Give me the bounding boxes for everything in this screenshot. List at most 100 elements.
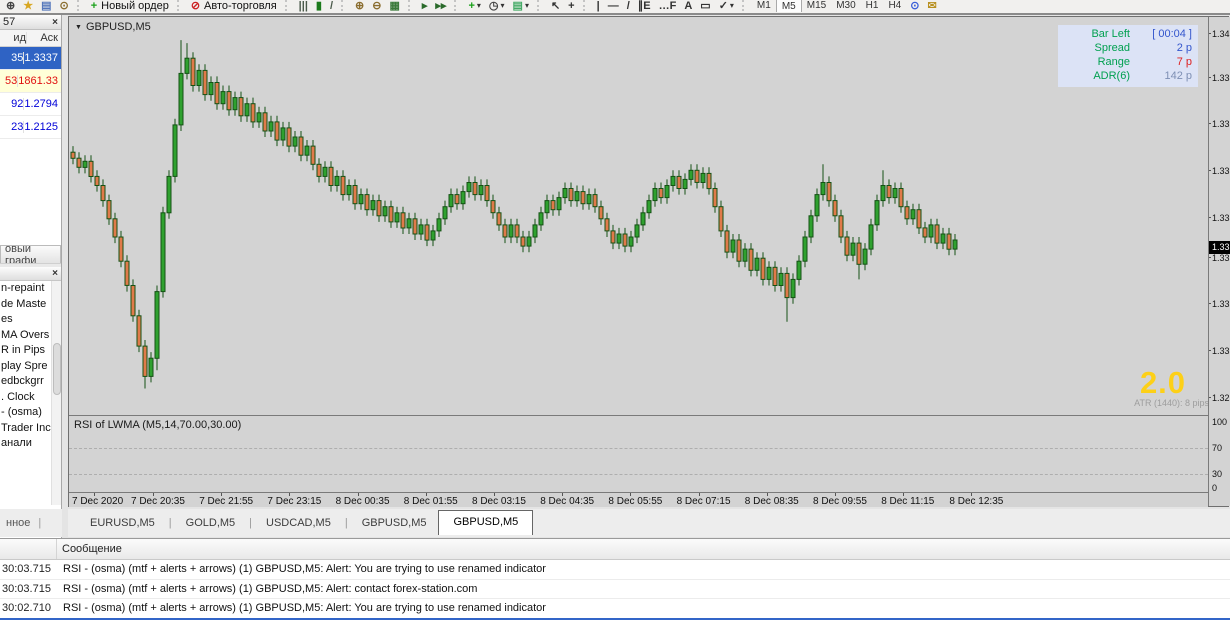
chart-symbol-label[interactable]: ▼ GBPUSD,M5 xyxy=(75,21,151,33)
log-row[interactable]: 30:03.715 RSI - (osma) (mtf + alerts + ar… xyxy=(0,580,1230,599)
timeframe-button-m15[interactable]: M15 xyxy=(802,0,831,12)
log-message: RSI - (osma) (mtf + alerts + arrows) (1)… xyxy=(63,563,546,576)
current-price-tag: 1.33 xyxy=(1209,241,1230,254)
periods-icon[interactable]: ◷ ▾ xyxy=(485,0,509,12)
autoscroll-icon[interactable]: ▸ xyxy=(418,0,432,12)
new-order-button-glyph: + xyxy=(90,0,98,12)
crosshair-icon[interactable]: ⊕ xyxy=(2,0,19,12)
chart-tab-gbpusd-m5[interactable]: GBPUSD,M5 xyxy=(438,509,534,535)
rsi-indicator-label: RSI of LWMA (M5,14,70.00,30.00) xyxy=(74,419,242,431)
candlestick-icon[interactable]: ▮ xyxy=(312,0,326,12)
line-chart-icon[interactable]: / xyxy=(326,0,337,12)
terminal-panel: Сообщение 30:03.715 RSI - (osma) (mtf + a… xyxy=(0,538,1230,620)
bar-chart-icon[interactable]: ||| xyxy=(295,0,312,12)
market-watch-rows: 35 1.3337 53 1861.33 92 1.2794 23 1.2125 xyxy=(0,47,61,139)
price-axis-label: 1.33 xyxy=(1209,73,1230,83)
templates-icon[interactable]: ▤ ▾ xyxy=(509,0,533,12)
close-icon[interactable]: × xyxy=(52,268,58,279)
new-order-button[interactable]: + Новый ордер xyxy=(87,0,173,12)
navigator-header: × xyxy=(0,267,61,281)
crosshair-tool-icon[interactable]: + xyxy=(564,0,578,12)
price-axis-label: 1.33 xyxy=(1209,119,1230,129)
chart-tab-gold-m5[interactable]: GOLD,M5 xyxy=(174,513,248,533)
favorites-tab-label: нное xyxy=(6,517,31,529)
favorites-star-icon[interactable]: ★ xyxy=(19,0,37,12)
tile-windows-icon[interactable]: ▦ xyxy=(385,0,403,12)
zoom-out-icon-glyph: ⊖ xyxy=(372,0,382,12)
label-icon[interactable]: ▭ xyxy=(696,0,714,12)
symbol-period-text: GBPUSD,M5 xyxy=(85,21,151,33)
rsi-scale-label: 70 xyxy=(1212,443,1223,453)
timeframe-button-m30[interactable]: M30 xyxy=(831,0,860,12)
channel-icon[interactable]: ∥E xyxy=(634,0,655,12)
info-panel: Bar Left[ 00:04 ] Spread 2 p Range 7 p ADR(6)… xyxy=(1058,25,1198,87)
zoom-in-icon-glyph: ⊕ xyxy=(355,0,365,12)
cursor-icon[interactable]: ↖ xyxy=(547,0,564,12)
bid-column-header[interactable]: ид xyxy=(0,32,26,44)
candlestick-chart[interactable] xyxy=(69,17,1208,414)
fibonacci-icon[interactable]: …F xyxy=(655,0,681,12)
chart-tabs-bar: EURUSD,M5 | GOLD,M5 | USDCAD,M5 | GBPUSD,M5 GBP… xyxy=(68,509,1230,537)
rsi-subwindow[interactable]: RSI of LWMA (M5,14,70.00,30.00) xyxy=(69,416,1208,492)
zoom-in-icon[interactable]: ⊕ xyxy=(351,0,368,12)
toolbar-button-label: Авто-торговля xyxy=(204,0,277,12)
vertical-line-icon[interactable]: | xyxy=(593,0,604,12)
fibonacci-icon-glyph: …F xyxy=(658,0,677,12)
timeframe-button-h1[interactable]: H1 xyxy=(861,0,884,12)
message-column-header[interactable]: Сообщение xyxy=(57,543,122,555)
chart-shift-icon[interactable]: ▸▸ xyxy=(431,0,450,12)
close-icon[interactable]: × xyxy=(52,17,58,28)
tab-separator: | xyxy=(168,517,172,529)
save-icon[interactable]: ▤ xyxy=(37,0,55,12)
scrollbar-thumb[interactable] xyxy=(53,343,61,395)
autotrade-button[interactable]: ⊘ Авто-торговля xyxy=(187,0,281,12)
text-icon[interactable]: A xyxy=(680,0,696,12)
atr-label: ATR (1440): 8 pips xyxy=(1134,398,1209,408)
time-axis[interactable]: 7 Dec 2020 7 Dec 20:35 7 Dec 21:55 7 Dec 23… xyxy=(69,492,1208,507)
time-axis-label: 7 Dec 21:55 xyxy=(199,496,254,507)
alerts-bubble-icon[interactable]: ✉ xyxy=(923,0,940,12)
time-axis-tick xyxy=(835,493,836,496)
log-row[interactable]: 30:03.715 RSI - (osma) (mtf + alerts + ar… xyxy=(0,560,1230,580)
market-watch-row[interactable]: 23 1.2125 xyxy=(0,116,61,139)
info-panel-row: Spread 2 p xyxy=(1062,41,1192,55)
tab-separator: | xyxy=(249,517,253,529)
zoom-out-icon[interactable]: ⊖ xyxy=(368,0,385,12)
timeframe-button-m5[interactable]: M5 xyxy=(775,0,802,12)
log-message: RSI - (osma) (mtf + alerts + arrows) (1)… xyxy=(63,602,546,615)
scrollbar[interactable] xyxy=(51,281,61,505)
search-icon[interactable]: ⊙ xyxy=(56,0,73,12)
horizontal-line-icon[interactable]: — xyxy=(604,0,623,12)
market-watch-row[interactable]: 92 1.2794 xyxy=(0,93,61,116)
price-axis[interactable]: 1.34 1.33 1.33 1.33 1.33 1.33 1.33 1.33 1.32 1.33… xyxy=(1208,17,1230,506)
tick-chart-tab[interactable]: овый графи xyxy=(0,245,61,263)
info-panel-row: Bar Left [ 00:04 ] xyxy=(1062,27,1192,41)
market-watch-row[interactable]: 35 1.3337 xyxy=(0,47,61,70)
time-axis-tick xyxy=(94,493,95,496)
time-column-header[interactable] xyxy=(0,539,57,559)
indicators-icon[interactable]: + ▾ xyxy=(464,0,484,12)
log-row[interactable]: 30:02.710 RSI - (osma) (mtf + alerts + ar… xyxy=(0,599,1230,619)
symbol-search-icon[interactable]: ⊙ xyxy=(906,0,923,12)
time-axis-tick xyxy=(562,493,564,496)
toolbar-separator xyxy=(76,0,83,11)
chart-window[interactable]: ▼ GBPUSD,M5 Bar Left[ 00:04 ] Spread 2 p Ra… xyxy=(68,16,1230,507)
arrows-icon-glyph: ✓ xyxy=(718,0,728,12)
ask-column-header[interactable]: Аск xyxy=(26,32,61,44)
chart-tab-usdcad-m5[interactable]: USDCAD,M5 xyxy=(254,513,343,533)
timeframe-button-m1[interactable]: M1 xyxy=(752,0,776,12)
arrows-icon[interactable]: ✓ ▾ xyxy=(715,0,738,12)
navigator-favorites-tab[interactable]: нное | xyxy=(0,509,62,537)
cursor-icon-glyph: ↖ xyxy=(550,0,561,12)
trendline-icon[interactable]: / xyxy=(623,0,634,12)
chart-tab-gbpusd-m5[interactable]: GBPUSD,M5 xyxy=(350,513,439,533)
time-axis-label: 8 Dec 08:35 xyxy=(744,496,799,507)
market-watch-row[interactable]: 53 1861.33 xyxy=(0,70,61,93)
chart-tab-eurusd-m5[interactable]: EURUSD,M5 xyxy=(78,513,167,533)
timeframe-button-h4[interactable]: H4 xyxy=(883,0,906,12)
bar-chart-icon-glyph: ||| xyxy=(298,0,308,12)
time-axis-tick xyxy=(903,493,905,496)
templates-icon-glyph: ▤ xyxy=(512,0,523,12)
time-axis-label: 8 Dec 07:15 xyxy=(676,496,731,507)
time-axis-label: 8 Dec 09:55 xyxy=(813,496,867,507)
